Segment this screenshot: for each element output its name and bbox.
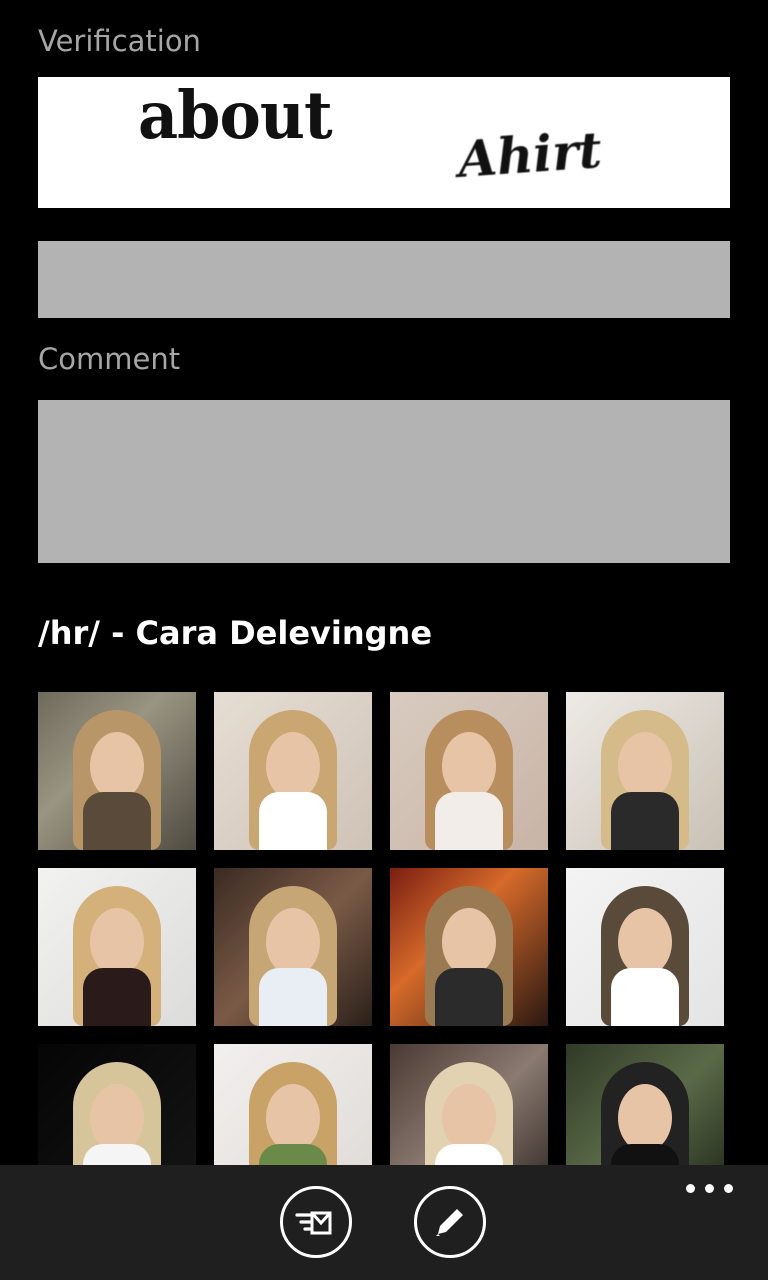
thumbnail-face [618, 732, 672, 800]
thumbnail-face [442, 1084, 496, 1152]
thumbnail-face [618, 908, 672, 976]
gallery-thumbnail[interactable] [38, 868, 196, 1026]
thumbnail-face [442, 732, 496, 800]
gallery-thumbnail[interactable] [390, 692, 548, 850]
thumbnail-face [90, 1084, 144, 1152]
thumbnail-outfit [83, 792, 151, 850]
thumbnail-face [90, 732, 144, 800]
thumbnail-face [266, 1084, 320, 1152]
app-bar [0, 1165, 768, 1280]
gallery-thumbnail[interactable] [214, 868, 372, 1026]
thumbnail-face [266, 908, 320, 976]
compose-button[interactable] [414, 1186, 486, 1258]
gallery-thumbnail[interactable] [566, 692, 724, 850]
captcha-word-2: Ahirt [456, 120, 604, 189]
gallery-thumbnail[interactable] [38, 692, 196, 850]
thumbnail-outfit [259, 792, 327, 850]
thumbnail-face [90, 908, 144, 976]
thumbnail-outfit [435, 968, 503, 1026]
thumbnail-outfit [83, 968, 151, 1026]
compose-pencil-icon [436, 1209, 463, 1236]
comment-label: Comment [38, 342, 181, 376]
thumbnail-face [266, 732, 320, 800]
gallery-thumbnail[interactable] [390, 868, 548, 1026]
captcha-word-1: about [138, 77, 333, 154]
verification-input[interactable] [38, 241, 730, 318]
gallery-thumbnail[interactable] [566, 868, 724, 1026]
thumbnail-face [442, 908, 496, 976]
thumbnail-outfit [611, 792, 679, 850]
thumbnail-outfit [259, 968, 327, 1026]
thumbnail-outfit [435, 792, 503, 850]
captcha-image: about Ahirt [38, 77, 730, 208]
thumbnail-outfit [611, 968, 679, 1026]
gallery-thumbnail[interactable] [214, 692, 372, 850]
verification-label: Verification [38, 24, 201, 58]
gallery-title: /hr/ - Cara Delevingne [38, 614, 433, 652]
refresh-button[interactable] [280, 1186, 352, 1258]
comment-input[interactable] [38, 400, 730, 563]
ellipsis-icon[interactable] [686, 1182, 734, 1196]
refresh-list-icon [295, 1211, 332, 1235]
thumbnail-face [618, 1084, 672, 1152]
